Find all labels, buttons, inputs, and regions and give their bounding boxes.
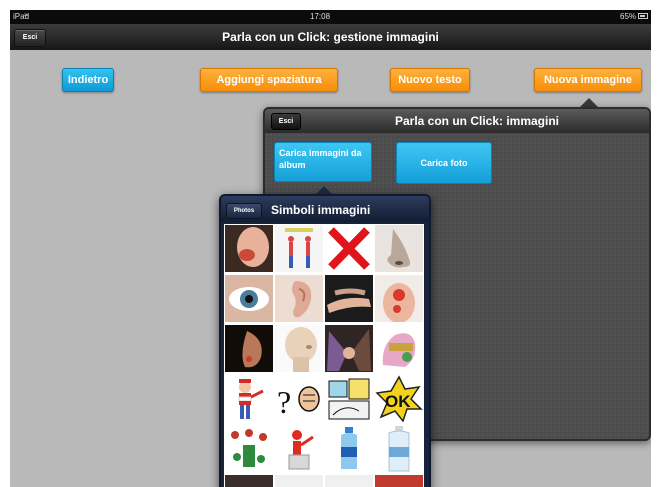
eye-thumbnail[interactable] xyxy=(225,275,273,322)
symbols-popover-title: Simboli immagini xyxy=(271,203,371,217)
water-bottle-large-thumbnail[interactable] xyxy=(375,425,423,472)
chin-thumbnail[interactable] xyxy=(225,325,273,372)
carica-album-button[interactable]: Carica immagini da album xyxy=(274,142,372,182)
symbols-popover: Photos Simboli immagini ? OK xyxy=(219,194,431,487)
main-nav-bar: Esci Parla con un Click: gestione immagi… xyxy=(10,24,651,50)
back-pain-thumbnail[interactable] xyxy=(375,275,423,322)
partial-thumbnail[interactable] xyxy=(225,475,273,487)
hand-tattoo-thumbnail[interactable] xyxy=(375,325,423,372)
nuova-immagine-button[interactable]: Nuova immagine xyxy=(534,68,642,92)
clock: 17:08 xyxy=(310,12,331,21)
head-sculpture-thumbnail[interactable] xyxy=(275,325,323,372)
hand-thumbnail[interactable] xyxy=(325,275,373,322)
images-popover-title: Parla con un Click: immagini xyxy=(394,114,560,128)
indietro-button[interactable]: Indietro xyxy=(62,68,114,92)
question-fist-thumbnail[interactable]: ? xyxy=(275,375,323,422)
status-bar: iPad ≈ 17:08 65% xyxy=(10,10,651,24)
wifi-icon: ≈ xyxy=(24,12,28,19)
partial-thumbnail[interactable] xyxy=(375,475,423,487)
page-title: Parla con un Click: gestione immagini xyxy=(222,30,439,44)
nuovo-testo-button[interactable]: Nuovo testo xyxy=(390,68,470,92)
red-x-thumbnail[interactable] xyxy=(325,225,373,272)
symbols-popover-bar: Photos Simboli immagini xyxy=(221,196,429,222)
symbol-grid: ? OK xyxy=(224,224,424,487)
images-popover-bar: Esci Parla con un Click: immagini xyxy=(265,109,649,133)
ipad-screen: iPad ≈ 17:08 65% Esci Parla con un Click… xyxy=(10,10,651,487)
nose-thumbnail[interactable] xyxy=(375,225,423,272)
neck-pain-thumbnail[interactable] xyxy=(225,225,273,272)
chess-figures-thumbnail[interactable] xyxy=(225,425,273,472)
ear-thumbnail[interactable] xyxy=(275,275,323,322)
ok-sign-thumbnail[interactable]: OK xyxy=(375,375,423,422)
photos-button[interactable]: Photos xyxy=(226,203,262,219)
red-figure-podium-thumbnail[interactable] xyxy=(275,425,323,472)
svg-text:OK: OK xyxy=(385,392,411,411)
water-bottle-small-thumbnail[interactable] xyxy=(325,425,373,472)
battery-icon xyxy=(638,13,648,19)
partial-thumbnail[interactable] xyxy=(325,475,373,487)
partial-thumbnail[interactable] xyxy=(275,475,323,487)
carica-foto-button[interactable]: Carica foto xyxy=(396,142,492,184)
waldo-figure-thumbnail[interactable] xyxy=(225,375,273,422)
anatomy-figures-thumbnail[interactable] xyxy=(275,225,323,272)
aggiungi-spaziatura-button[interactable]: Aggiungi spaziatura xyxy=(200,68,338,92)
comic-panel-thumbnail[interactable] xyxy=(325,375,373,422)
svg-text:?: ? xyxy=(277,384,291,420)
holding-hands-thumbnail[interactable] xyxy=(325,325,373,372)
battery-percent: 65% xyxy=(620,12,637,21)
